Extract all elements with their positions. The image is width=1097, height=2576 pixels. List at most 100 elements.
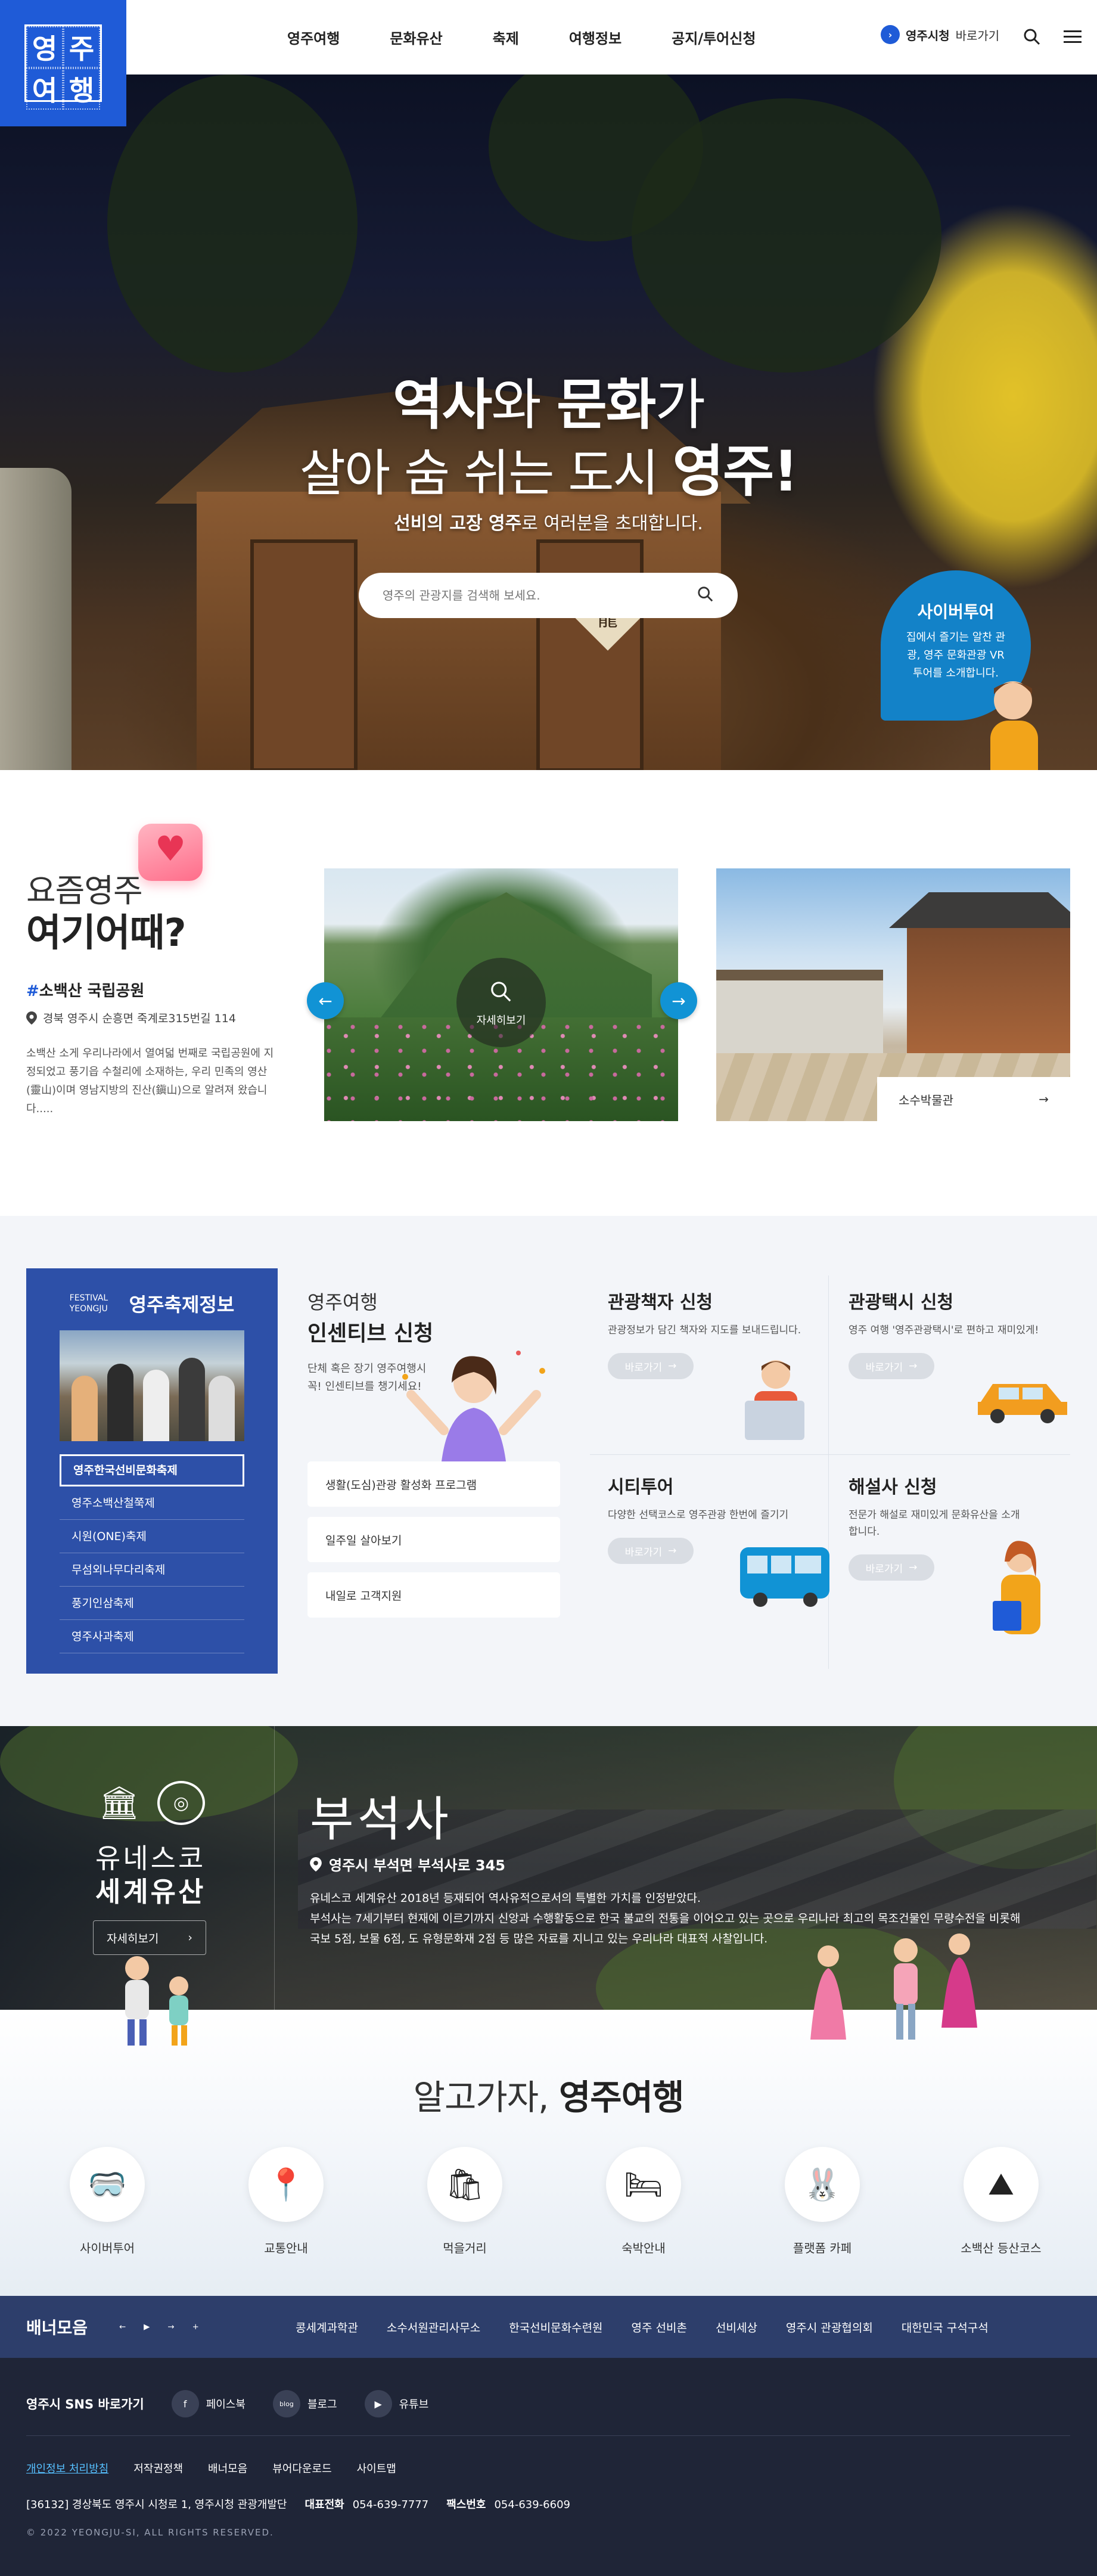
man-laptop-illustration	[745, 1360, 804, 1440]
sns-title: 영주시 SNS 바로가기	[26, 2397, 144, 2411]
city-hall-link[interactable]: › 영주시청 바로가기	[881, 25, 999, 44]
facebook-link[interactable]: f 페이스북	[171, 2390, 245, 2417]
privacy-link[interactable]: 개인정보 처리방침	[26, 2460, 108, 2476]
info-transport[interactable]: 📍 교통안내	[226, 2147, 346, 2256]
card-label: 소수박물관 →	[877, 1077, 1070, 1121]
nav-notice-tour[interactable]: 공지/투어신청	[647, 27, 781, 48]
cyber-tour-title: 사이버투어	[917, 602, 995, 622]
nav-travel-info[interactable]: 여행정보	[544, 27, 647, 48]
go-button[interactable]: 바로가기 →	[608, 1353, 694, 1379]
blog-link[interactable]: blog 블로그	[272, 2390, 337, 2417]
spot-description: 소백산 소게 우리나라에서 열여덟 번째로 국립공원에 지정되었고 풍기읍 수철…	[26, 1047, 274, 1115]
search-icon[interactable]	[697, 586, 714, 605]
info-cyber-tour[interactable]: 🥽 사이버투어	[48, 2147, 167, 2256]
go-button[interactable]: 바로가기 →	[608, 1538, 694, 1564]
banner-link[interactable]: 선비세상	[701, 2319, 772, 2335]
search-icon[interactable]	[1019, 24, 1045, 50]
festival-item[interactable]: 풍기인삼축제	[60, 1587, 244, 1620]
info-label: 숙박안내	[621, 2241, 666, 2255]
arrow-right-icon: →	[668, 1545, 677, 1557]
copyright-policy-link[interactable]: 저작권정책	[133, 2460, 183, 2476]
festival-box: FESTIVAL YEONGJU 영주축제정보 영주한국선비문화축제 영주소백산…	[26, 1268, 278, 1674]
youtube-icon: ▶	[364, 2390, 392, 2417]
service-desc: 관광정보가 담긴 책자와 지도를 보내드립니다.	[608, 1324, 801, 1336]
logo-char: 주	[63, 26, 100, 68]
festival-item[interactable]: 시원(ONE)축제	[60, 1520, 244, 1553]
info-label: 먹을거리	[443, 2241, 487, 2255]
incentive-item[interactable]: 내일로 고객지원	[307, 1572, 560, 1618]
chevron-right-icon: ›	[188, 1931, 192, 1944]
plus-icon[interactable]: +	[192, 2323, 199, 2332]
search-bar	[359, 573, 738, 618]
festival-item[interactable]: 영주한국선비문화축제	[60, 1454, 244, 1486]
banner-link[interactable]: 영주시 관광협의회	[772, 2319, 887, 2335]
info-lodging[interactable]: 🛏 숙박안내	[584, 2147, 703, 2256]
info-label: 사이버투어	[80, 2241, 135, 2255]
heritage-address: 영주시 부석면 부석사로 345	[310, 1854, 505, 1874]
spot-card-sobaeksan[interactable]: 자세히보기	[324, 868, 678, 1121]
logo-char: 여	[26, 68, 63, 110]
unesco-temple-icon: 🏛	[98, 1784, 140, 1821]
hero-banner: 龍 역사와 문화가 살아 숨 쉬는 도시 영주! 선비의 고장 영주로 여러분을…	[0, 75, 1097, 770]
recommend-line2: 여기어때?	[26, 911, 187, 955]
travel-info-section: 알고가자, 영주여행 🥽 사이버투어 📍 교통안내 🛍 먹을거리 🛏 숙박안내 🐰 플랫폼…	[0, 1933, 1097, 2296]
nav-heritage[interactable]: 문화유산	[365, 27, 467, 48]
service-title: 해설사 신청	[849, 1477, 937, 1498]
banner-collection-link[interactable]: 배너모음	[208, 2460, 247, 2476]
festival-en: FESTIVAL YEONGJU	[69, 1293, 108, 1314]
next-arrow-icon[interactable]: →	[660, 982, 697, 1019]
prev-arrow-icon[interactable]: ←	[119, 2323, 126, 2332]
incentive-item[interactable]: 생활(도심)관광 활성화 프로그램	[307, 1461, 560, 1507]
festival-item[interactable]: 영주소백산철쭉제	[60, 1486, 244, 1520]
children-illustration	[125, 1956, 188, 2046]
mountain-icon: ⛰	[964, 2147, 1039, 2222]
service-title: 시티투어	[608, 1477, 674, 1498]
festival-item[interactable]: 영주사과축제	[60, 1620, 244, 1653]
spot-card-museum[interactable]: 소수박물관 →	[716, 868, 1070, 1121]
festival-item[interactable]: 무섬외나무다리축제	[60, 1553, 244, 1587]
search-input[interactable]	[383, 588, 697, 603]
detail-view-button[interactable]: 자세히보기	[456, 958, 546, 1047]
hanok-door	[250, 539, 358, 770]
arrow-right-icon: →	[909, 1360, 918, 1372]
arrow-right-icon: →	[909, 1562, 918, 1573]
go-button[interactable]: 바로가기 →	[849, 1554, 934, 1581]
prev-arrow-icon[interactable]: ←	[307, 982, 344, 1019]
arrow-right-icon: ›	[881, 25, 900, 44]
banner-link[interactable]: 콩세계과학관	[281, 2319, 372, 2335]
rabbit-mascot-icon: 🐰	[785, 2147, 860, 2222]
go-button[interactable]: 바로가기 →	[849, 1353, 934, 1379]
spot-name: #소백산 국립공원	[26, 982, 145, 1000]
woman-illustration	[402, 1351, 545, 1466]
info-label: 소백산 등산코스	[961, 2241, 1042, 2255]
world-heritage-emblem-icon: ◎	[157, 1781, 205, 1825]
info-food[interactable]: 🛍 먹을거리	[405, 2147, 524, 2256]
site-footer: 영주시 SNS 바로가기 f 페이스북 blog 블로그 ▶ 유튜브 개인정보 처리방…	[0, 2358, 1097, 2576]
banner-link[interactable]: 한국선비문화수련원	[495, 2319, 617, 2335]
footer-links: 개인정보 처리방침 저작권정책 배너모음 뷰어다운로드 사이트맵	[26, 2460, 396, 2476]
banner-link[interactable]: 소수서원관리사무소	[372, 2319, 495, 2335]
nav-festival[interactable]: 축제	[468, 27, 544, 48]
sitemap-link[interactable]: 사이트맵	[357, 2460, 396, 2476]
festival-services-section: FESTIVAL YEONGJU 영주축제정보 영주한국선비문화축제 영주소백산…	[0, 1216, 1097, 1726]
main-nav: 영주여행 문화유산 축제 여행정보 공지/투어신청	[262, 0, 781, 75]
youtube-link[interactable]: ▶ 유튜브	[364, 2390, 428, 2417]
hero-subtitle: 선비의 고장 영주로 여러분을 초대합니다.	[394, 513, 703, 534]
next-arrow-icon[interactable]: →	[167, 2323, 174, 2332]
travel-info-title: 알고가자, 영주여행	[413, 2077, 685, 2118]
info-platform-cafe[interactable]: 🐰 플랫폼 카페	[763, 2147, 882, 2256]
play-icon[interactable]: ▶	[144, 2323, 150, 2332]
info-hiking[interactable]: ⛰ 소백산 등산코스	[941, 2147, 1061, 2256]
banner-link[interactable]: 대한민국 구석구석	[887, 2319, 1003, 2335]
site-logo[interactable]: 영 주 여 행	[0, 0, 126, 126]
banner-link[interactable]: 영주 선비촌	[617, 2319, 701, 2335]
incentive-item[interactable]: 일주일 살아보기	[307, 1517, 560, 1562]
map-pin-icon: 📍	[248, 2147, 324, 2222]
viewer-download-link[interactable]: 뷰어다운로드	[272, 2460, 331, 2476]
logo-char: 영	[26, 26, 63, 68]
nav-travel[interactable]: 영주여행	[262, 27, 365, 48]
menu-icon[interactable]	[1059, 24, 1086, 50]
service-title: 관광택시 신청	[849, 1292, 954, 1313]
hero-title-line2: 살아 숨 쉬는 도시 영주!	[299, 439, 799, 504]
copyright: © 2022 YEONGJU-SI, ALL RIGHTS RESERVED.	[26, 2527, 274, 2538]
